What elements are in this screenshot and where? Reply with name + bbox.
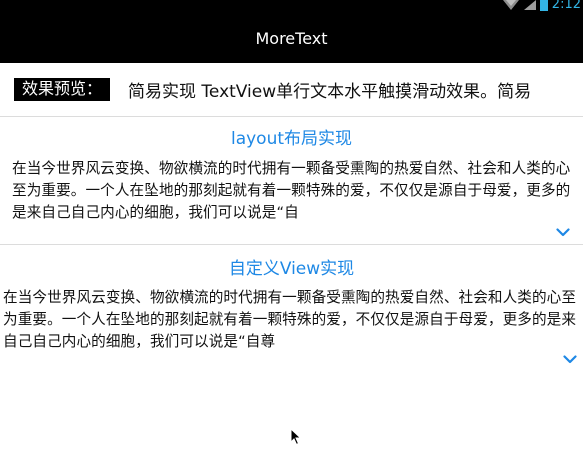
cursor-icon: [290, 428, 302, 446]
action-bar: MoreText: [0, 13, 583, 63]
chevron-down-icon[interactable]: [556, 228, 570, 237]
expandable-text-layout[interactable]: 在当今世界风云变换、物欲横流的时代拥有一颗备受熏陶的热爱自然、社会和人类的心至为…: [12, 158, 580, 224]
section-title-layout: layout布局实现: [230, 129, 353, 149]
status-bar: 2:12: [0, 0, 583, 13]
page-title: MoreText: [255, 28, 328, 48]
divider: [0, 244, 583, 245]
preview-row[interactable]: 效果预览： 简易实现 TextView单行文本水平触摸滑动效果。简易: [0, 63, 583, 115]
marquee-text[interactable]: 简易实现 TextView单行文本水平触摸滑动效果。简易: [128, 77, 531, 102]
status-icons: 2:12: [502, 0, 583, 13]
divider: [0, 116, 583, 117]
expandable-text-custom-view[interactable]: 在当今世界风云变换、物欲横流的时代拥有一颗备受熏陶的热爱自然、社会和人类的心至为…: [3, 287, 581, 353]
chevron-down-icon[interactable]: [563, 355, 577, 364]
battery-icon: [539, 0, 548, 11]
wifi-icon: [502, 0, 519, 10]
signal-icon: [523, 0, 536, 10]
preview-label: 效果预览：: [14, 77, 111, 101]
section-title-custom-view: 自定义View实现: [228, 259, 355, 279]
status-time: 2:12: [551, 0, 581, 12]
